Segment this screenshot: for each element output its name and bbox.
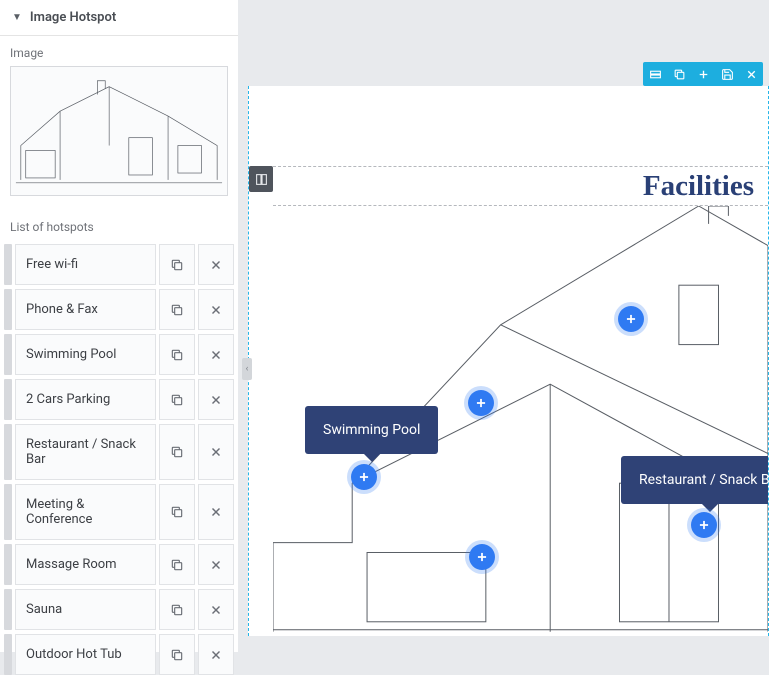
list-item: 2 Cars Parking (4, 379, 234, 420)
hotspot-tooltip-label: Restaurant / Snack Bar (639, 472, 768, 488)
list-item-label[interactable]: Restaurant / Snack Bar (15, 424, 156, 480)
list-item: Swimming Pool (4, 334, 234, 375)
hotspot-image-area[interactable]: Swimming Pool Restaurant / Snack Bar (273, 206, 768, 636)
duplicate-button[interactable] (159, 244, 195, 285)
drag-handle-icon[interactable] (4, 334, 12, 375)
delete-button[interactable] (198, 334, 234, 375)
list-item: Meeting & Conference (4, 484, 234, 540)
hotspot-marker[interactable] (468, 390, 494, 416)
duplicate-button[interactable] (159, 334, 195, 375)
list-item: Sauna (4, 589, 234, 630)
toolbar-save-button[interactable] (715, 62, 739, 86)
hotspot-tooltip: Swimming Pool (305, 406, 438, 454)
toolbar-row-button[interactable] (643, 62, 667, 86)
list-item-label[interactable]: 2 Cars Parking (15, 379, 156, 420)
canvas-area: Facilities Swimming Pool (242, 0, 769, 652)
hotspot-marker[interactable] (691, 512, 717, 538)
delete-button[interactable] (198, 589, 234, 630)
duplicate-button[interactable] (159, 634, 195, 675)
duplicate-button[interactable] (159, 424, 195, 480)
element-toolbar (643, 62, 763, 86)
panel-header[interactable]: ▼ Image Hotspot (0, 0, 238, 36)
title-row: Facilities (273, 166, 768, 206)
page-content: Facilities Swimming Pool (248, 86, 769, 636)
image-section-label: Image (0, 36, 238, 66)
list-item-label[interactable]: Outdoor Hot Tub (15, 634, 156, 675)
list-item: Restaurant / Snack Bar (4, 424, 234, 480)
expand-sidebar-handle[interactable]: ‹ (242, 358, 252, 380)
hotspot-tooltip-label: Swimming Pool (323, 422, 420, 438)
panel-title: Image Hotspot (30, 10, 116, 25)
drag-handle-icon[interactable] (4, 244, 12, 285)
list-item: Free wi-fi (4, 244, 234, 285)
list-item-label[interactable]: Massage Room (15, 544, 156, 585)
drag-handle-icon[interactable] (4, 289, 12, 330)
hotspot-tooltip: Restaurant / Snack Bar (621, 456, 768, 504)
drag-handle-icon[interactable] (4, 424, 12, 480)
hotspot-list: Free wi-fi Phone & Fax Swimming Pool 2 C… (0, 244, 238, 675)
list-item-label[interactable]: Meeting & Conference (15, 484, 156, 540)
delete-button[interactable] (198, 544, 234, 585)
drag-handle-icon[interactable] (4, 379, 12, 420)
list-item-label[interactable]: Free wi-fi (15, 244, 156, 285)
delete-button[interactable] (198, 244, 234, 285)
duplicate-button[interactable] (159, 589, 195, 630)
duplicate-button[interactable] (159, 379, 195, 420)
drag-handle-icon[interactable] (4, 544, 12, 585)
drag-handle-icon[interactable] (4, 589, 12, 630)
duplicate-button[interactable] (159, 289, 195, 330)
duplicate-button[interactable] (159, 544, 195, 585)
delete-button[interactable] (198, 634, 234, 675)
caret-down-icon: ▼ (12, 12, 22, 23)
toolbar-add-button[interactable] (691, 62, 715, 86)
hotspot-marker[interactable] (618, 306, 644, 332)
toolbar-close-button[interactable] (739, 62, 763, 86)
drag-handle-icon[interactable] (4, 634, 12, 675)
layout-tab-button[interactable] (249, 166, 273, 192)
delete-button[interactable] (198, 424, 234, 480)
page-title: Facilities (643, 170, 754, 203)
toolbar-duplicate-button[interactable] (667, 62, 691, 86)
list-item-label[interactable]: Phone & Fax (15, 289, 156, 330)
list-item: Outdoor Hot Tub (4, 634, 234, 675)
list-item-label[interactable]: Swimming Pool (15, 334, 156, 375)
list-section-label: List of hotspots (0, 210, 238, 240)
delete-button[interactable] (198, 289, 234, 330)
duplicate-button[interactable] (159, 484, 195, 540)
drag-handle-icon[interactable] (4, 484, 12, 540)
hotspot-marker[interactable] (351, 464, 377, 490)
list-item-label[interactable]: Sauna (15, 589, 156, 630)
delete-button[interactable] (198, 379, 234, 420)
delete-button[interactable] (198, 484, 234, 540)
list-item: Massage Room (4, 544, 234, 585)
hotspot-marker[interactable] (469, 544, 495, 570)
sidebar: ▼ Image Hotspot Image List of hotspots F… (0, 0, 238, 652)
list-item: Phone & Fax (4, 289, 234, 330)
image-thumbnail[interactable] (10, 66, 228, 196)
